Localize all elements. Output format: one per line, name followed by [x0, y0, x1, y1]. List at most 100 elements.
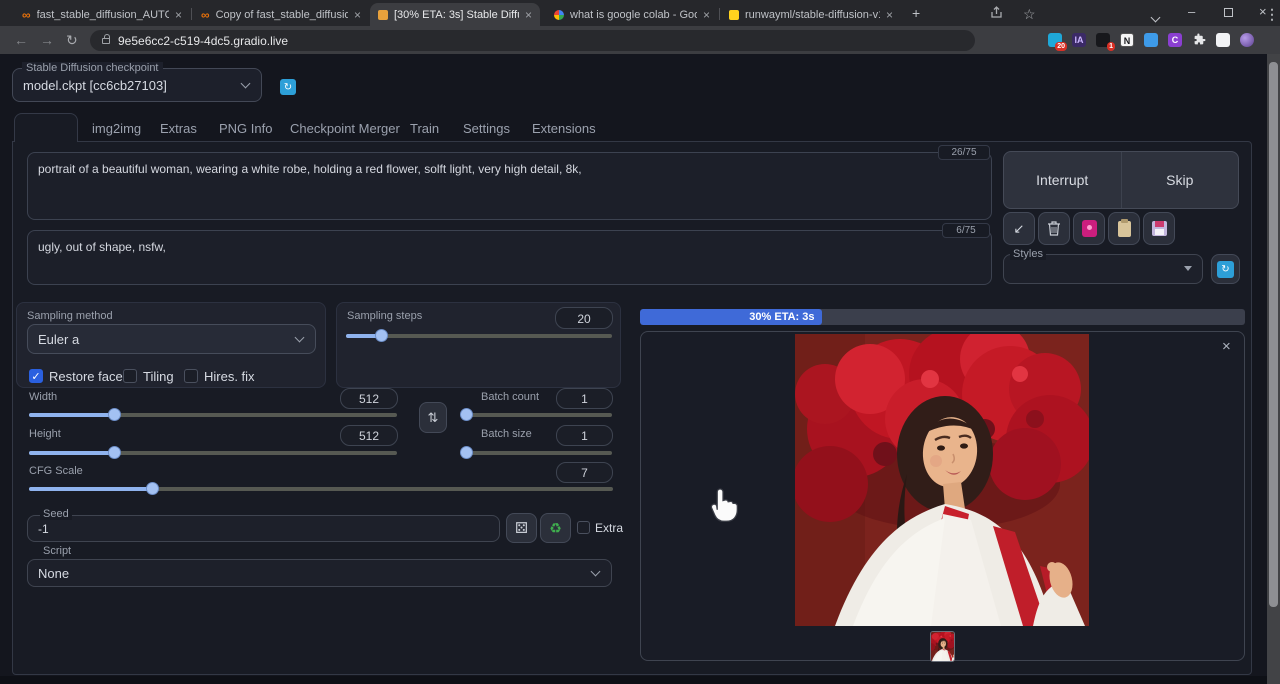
- tab-img2img[interactable]: img2img: [92, 121, 141, 136]
- tab-close-icon[interactable]: ×: [525, 8, 532, 22]
- card-icon: [1082, 220, 1097, 237]
- random-seed-button[interactable]: ⚄: [506, 513, 537, 543]
- tab-close-icon[interactable]: ×: [354, 8, 361, 22]
- tab-title: Copy of fast_stable_diffusion /: [216, 9, 348, 21]
- extra-networks-button[interactable]: [1073, 212, 1105, 245]
- tab-extensions[interactable]: Extensions: [532, 121, 596, 136]
- cfg-slider[interactable]: [29, 487, 613, 491]
- extension-ia-icon[interactable]: IA: [1072, 33, 1086, 47]
- seed-input[interactable]: -1: [27, 515, 500, 542]
- browser-menu-icon[interactable]: ⋮: [1265, 5, 1279, 23]
- tab-close-icon[interactable]: ×: [886, 8, 893, 22]
- window-maximize-button[interactable]: [1224, 8, 1233, 17]
- recycle-icon: ♻: [549, 520, 562, 537]
- share-icon[interactable]: [990, 5, 1003, 23]
- height-slider-knob[interactable]: [108, 446, 121, 459]
- page-scrollbar[interactable]: [1267, 54, 1280, 684]
- extension-colorzilla-icon[interactable]: C: [1168, 33, 1182, 47]
- progress-bar-fill: 30% ETA: 3s: [640, 309, 822, 325]
- prompt-textarea[interactable]: portrait of a beautiful woman, wearing a…: [27, 152, 992, 220]
- swap-dimensions-button[interactable]: ⇅: [419, 402, 447, 433]
- gallery-thumbnail[interactable]: [930, 631, 955, 662]
- address-bar[interactable]: 9e5e6cc2-c519-4dc5.gradio.live: [90, 30, 975, 51]
- batch-size-slider[interactable]: [466, 451, 612, 455]
- tab-close-icon[interactable]: ×: [703, 8, 710, 22]
- window-minimize-button[interactable]: –: [1188, 4, 1195, 19]
- width-number-input[interactable]: 512: [340, 388, 398, 409]
- browser-tab-active-stable-diffusion[interactable]: [30% ETA: 3s] Stable Diffusion ×: [370, 3, 540, 26]
- browser-window: ∞ fast_stable_diffusion_AUTOMA × ∞ Copy …: [0, 0, 1280, 684]
- browser-tab-colab-2[interactable]: ∞ Copy of fast_stable_diffusion / ×: [193, 3, 369, 26]
- sampler-value: Euler a: [38, 332, 79, 347]
- profile-avatar[interactable]: [1240, 33, 1254, 47]
- script-dropdown[interactable]: None: [27, 559, 612, 587]
- swap-arrows-icon: ⇅: [428, 410, 439, 426]
- skip-button[interactable]: Skip: [1121, 152, 1239, 208]
- reuse-seed-button[interactable]: ♻: [540, 513, 571, 543]
- extension-sidebar-icon[interactable]: [1216, 33, 1230, 47]
- huggingface-icon: [729, 10, 739, 20]
- height-label: Height: [29, 428, 61, 440]
- batch-count-slider-knob[interactable]: [460, 408, 473, 421]
- save-style-button[interactable]: [1143, 212, 1175, 245]
- back-icon[interactable]: ←: [14, 31, 28, 49]
- seed-value: -1: [38, 522, 49, 536]
- steps-slider[interactable]: [346, 334, 612, 338]
- clear-prompt-button[interactable]: [1038, 212, 1070, 245]
- bookmark-star-icon[interactable]: ☆: [1023, 5, 1036, 23]
- width-slider[interactable]: [29, 413, 397, 417]
- chevron-down-icon: [591, 567, 601, 577]
- read-params-button[interactable]: ↙: [1003, 212, 1035, 245]
- generated-image[interactable]: [795, 334, 1089, 626]
- seed-extra-checkbox[interactable]: [577, 521, 590, 534]
- mouse-cursor-hand: [708, 484, 738, 524]
- width-slider-knob[interactable]: [108, 408, 121, 421]
- cfg-number-input[interactable]: 7: [556, 462, 613, 483]
- tab-extras[interactable]: Extras: [160, 121, 197, 136]
- extension-blue-icon[interactable]: 20: [1048, 33, 1062, 47]
- reload-icon[interactable]: ↻: [66, 31, 78, 49]
- script-value: None: [38, 566, 69, 581]
- extension-camera-icon[interactable]: 1: [1096, 33, 1110, 47]
- height-number-input[interactable]: 512: [340, 425, 398, 446]
- browser-tab-strip: ∞ fast_stable_diffusion_AUTOMA × ∞ Copy …: [0, 0, 1280, 26]
- extensions-puzzle-icon[interactable]: [1192, 33, 1206, 47]
- cfg-slider-knob[interactable]: [146, 482, 159, 495]
- tab-close-icon[interactable]: ×: [175, 8, 182, 22]
- tab-checkpoint-merger[interactable]: Checkpoint Merger: [290, 121, 400, 136]
- active-tab-outline: [14, 113, 78, 142]
- sampler-dropdown[interactable]: Euler a: [27, 324, 316, 354]
- new-tab-button[interactable]: +: [912, 5, 920, 21]
- width-label: Width: [29, 391, 57, 403]
- tab-search-icon[interactable]: [1152, 8, 1159, 26]
- batch-size-label: Batch size: [481, 428, 532, 440]
- checkpoint-refresh-button[interactable]: ↻: [280, 79, 296, 95]
- steps-slider-knob[interactable]: [375, 329, 388, 342]
- browser-tab-huggingface[interactable]: runwayml/stable-diffusion-v1 ×: [721, 3, 901, 26]
- interrupt-button[interactable]: Interrupt: [1004, 152, 1121, 208]
- forward-icon[interactable]: →: [40, 31, 54, 49]
- tab-train[interactable]: Train: [410, 121, 439, 136]
- trash-icon: [1047, 221, 1061, 236]
- extension-notion-icon[interactable]: N: [1120, 33, 1134, 47]
- tab-png-info[interactable]: PNG Info: [219, 121, 272, 136]
- batch-count-number-input[interactable]: 1: [556, 388, 613, 409]
- browser-tab-google-search[interactable]: what is google colab - Googl ×: [546, 3, 718, 26]
- hires-fix-checkbox[interactable]: [184, 369, 198, 383]
- browser-tab-colab-1[interactable]: ∞ fast_stable_diffusion_AUTOMA ×: [14, 3, 190, 26]
- gallery-close-icon[interactable]: ×: [1222, 338, 1231, 355]
- height-slider[interactable]: [29, 451, 397, 455]
- restore-faces-checkbox[interactable]: ✓: [29, 369, 43, 383]
- batch-count-slider[interactable]: [466, 413, 612, 417]
- tiling-checkbox[interactable]: [123, 369, 137, 383]
- styles-refresh-button[interactable]: ↻: [1211, 254, 1240, 284]
- extension-screenshot-icon[interactable]: [1144, 33, 1158, 47]
- scrollbar-thumb[interactable]: [1269, 62, 1278, 607]
- tab-settings[interactable]: Settings: [463, 121, 510, 136]
- checkpoint-value: model.ckpt [cc6cb27103]: [23, 78, 167, 93]
- negative-prompt-textarea[interactable]: ugly, out of shape, nsfw,: [27, 230, 992, 285]
- batch-size-slider-knob[interactable]: [460, 446, 473, 459]
- batch-size-number-input[interactable]: 1: [556, 425, 613, 446]
- steps-number-input[interactable]: 20: [555, 307, 613, 329]
- apply-style-button[interactable]: [1108, 212, 1140, 245]
